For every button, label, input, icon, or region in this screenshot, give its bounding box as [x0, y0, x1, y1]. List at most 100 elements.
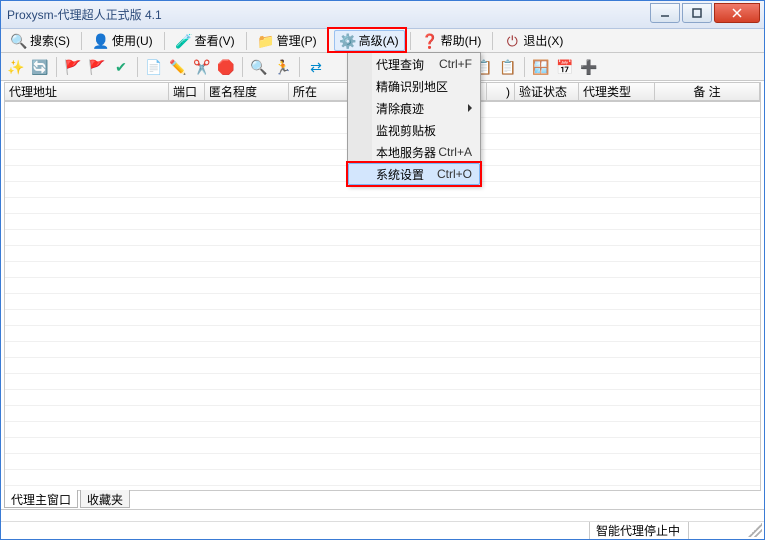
toolbar-flag1-button[interactable]: 🚩 — [62, 56, 84, 78]
menu-separator — [246, 32, 247, 50]
folder-icon: 📁 — [258, 33, 274, 49]
menu-label: 高级(A) — [359, 32, 399, 49]
table-row — [5, 390, 760, 406]
bottom-tabs: 代理主窗口 收藏夹 — [4, 490, 132, 508]
table-row — [5, 198, 760, 214]
pencil-icon: ✏️ — [169, 60, 186, 74]
runner-icon: 🏃 — [274, 60, 291, 74]
table-row — [5, 310, 760, 326]
menu-exit[interactable]: ⏻ 退出(X) — [498, 30, 569, 51]
toolbar-refresh-button[interactable]: 🔄 — [29, 56, 51, 78]
toolbar-check-button[interactable]: ✔ — [110, 56, 132, 78]
check-icon: ✔ — [115, 60, 127, 74]
dropdown-label: 精确识别地区 — [376, 78, 448, 95]
resize-grip-icon[interactable] — [748, 523, 762, 537]
menu-advanced[interactable]: ⚙️ 高级(A) — [334, 30, 405, 51]
toolbar-doc-button[interactable]: 📄 — [143, 56, 165, 78]
flask-icon: 🧪 — [176, 33, 192, 49]
column-header-anon-level[interactable]: 匿名程度 — [205, 83, 289, 100]
column-header-location[interactable]: 所在 — [289, 83, 349, 100]
menu-label: 管理(P) — [277, 32, 317, 49]
menu-label: 帮助(H) — [441, 32, 482, 49]
toolbar-window-button[interactable]: 🪟 — [530, 56, 552, 78]
tab-proxy-main[interactable]: 代理主窗口 — [4, 490, 78, 508]
table-row — [5, 438, 760, 454]
toolbar-calendar-button[interactable]: 📅 — [554, 56, 576, 78]
toolbar-run-button[interactable]: 🏃 — [272, 56, 294, 78]
dropdown-item-clear-traces[interactable]: 清除痕迹 — [348, 97, 480, 119]
toolbar-clear-button[interactable]: ✂️ — [191, 56, 213, 78]
toolbar-separator — [299, 57, 300, 77]
menu-search[interactable]: 🔍 搜索(S) — [5, 30, 76, 51]
dropdown-item-monitor-clipboard[interactable]: 监视剪贴板 — [348, 119, 480, 141]
table-row — [5, 262, 760, 278]
close-button[interactable] — [714, 3, 760, 23]
document-icon: 📄 — [145, 60, 162, 74]
column-header-verify-status[interactable]: 验证状态 — [515, 83, 579, 100]
table-row — [5, 230, 760, 246]
toolbar-separator — [242, 57, 243, 77]
column-header-hidden2[interactable]: ) — [487, 83, 515, 100]
column-header-proxy-type[interactable]: 代理类型 — [579, 83, 655, 100]
window-controls — [648, 3, 760, 23]
gear-icon: ⚙️ — [340, 33, 356, 49]
search-spark-icon: ✨ — [7, 60, 24, 74]
toolbar-stop-button[interactable]: 🛑 — [215, 56, 237, 78]
submenu-arrow-icon — [468, 104, 472, 112]
dropdown-item-proxy-query[interactable]: 代理查询 Ctrl+F — [348, 53, 480, 75]
menu-help[interactable]: ❓ 帮助(H) — [416, 30, 488, 51]
column-header-port[interactable]: 端口 — [169, 83, 205, 100]
table-row — [5, 406, 760, 422]
plus-icon: ➕ — [580, 60, 597, 74]
status-bar: 智能代理停止中 — [1, 509, 764, 539]
menu-separator — [328, 32, 329, 50]
menu-label: 退出(X) — [523, 32, 563, 49]
toolbar-flag2-button[interactable]: 🚩 — [86, 56, 108, 78]
column-header-proxy-addr[interactable]: 代理地址 — [5, 83, 169, 100]
toolbar-separator — [56, 57, 57, 77]
advanced-dropdown: 代理查询 Ctrl+F 精确识别地区 清除痕迹 监视剪贴板 本地服务器 Ctrl… — [347, 52, 481, 186]
dropdown-label: 本地服务器 — [376, 144, 436, 161]
flag-icon: 🚩 — [64, 60, 81, 74]
toolbar-magnify-button[interactable]: 🔍 — [248, 56, 270, 78]
toolbar-extra-button[interactable]: ➕ — [578, 56, 600, 78]
dropdown-item-local-server[interactable]: 本地服务器 Ctrl+A — [348, 141, 480, 163]
toolbar-search-button[interactable]: ✨ — [5, 56, 27, 78]
eraser-icon: ✂️ — [193, 60, 210, 74]
menu-manage[interactable]: 📁 管理(P) — [252, 30, 323, 51]
table-row — [5, 342, 760, 358]
dropdown-label: 清除痕迹 — [376, 100, 424, 117]
menu-label: 使用(U) — [112, 32, 153, 49]
column-header-remark[interactable]: 备 注 — [655, 83, 760, 100]
table-row — [5, 246, 760, 262]
maximize-button[interactable] — [682, 3, 712, 23]
toolbar-paste-button[interactable]: 📋 — [497, 56, 519, 78]
menu-view[interactable]: 🧪 查看(V) — [170, 30, 241, 51]
table-row — [5, 454, 760, 470]
dropdown-item-system-settings[interactable]: 系统设置 Ctrl+O — [348, 163, 480, 185]
table-row — [5, 422, 760, 438]
dropdown-item-precise-region[interactable]: 精确识别地区 — [348, 75, 480, 97]
flag-icon: 🚩 — [88, 60, 105, 74]
toolbar-separator — [524, 57, 525, 77]
window-title: Proxysm-代理超人正式版 4.1 — [7, 6, 162, 23]
refresh-icon: 🔄 — [31, 60, 48, 74]
stop-icon: 🛑 — [217, 60, 234, 74]
table-row — [5, 358, 760, 374]
menu-use[interactable]: 👤 使用(U) — [87, 30, 159, 51]
menu-separator — [410, 32, 411, 50]
tab-favorites[interactable]: 收藏夹 — [80, 490, 130, 508]
menu-label: 搜索(S) — [30, 32, 70, 49]
magnifier-icon: 🔍 — [11, 33, 27, 49]
table-row — [5, 326, 760, 342]
dropdown-label: 代理查询 — [376, 56, 424, 73]
toolbar-swap-button[interactable]: ⇄ — [305, 56, 327, 78]
magnifier-icon: 🔍 — [250, 60, 267, 74]
toolbar-edit-button[interactable]: ✏️ — [167, 56, 189, 78]
menu-separator — [81, 32, 82, 50]
dropdown-shortcut: Ctrl+O — [437, 167, 472, 181]
minimize-button[interactable] — [650, 3, 680, 23]
menu-label: 查看(V) — [195, 32, 235, 49]
status-empty-cell — [688, 522, 748, 539]
table-row — [5, 278, 760, 294]
